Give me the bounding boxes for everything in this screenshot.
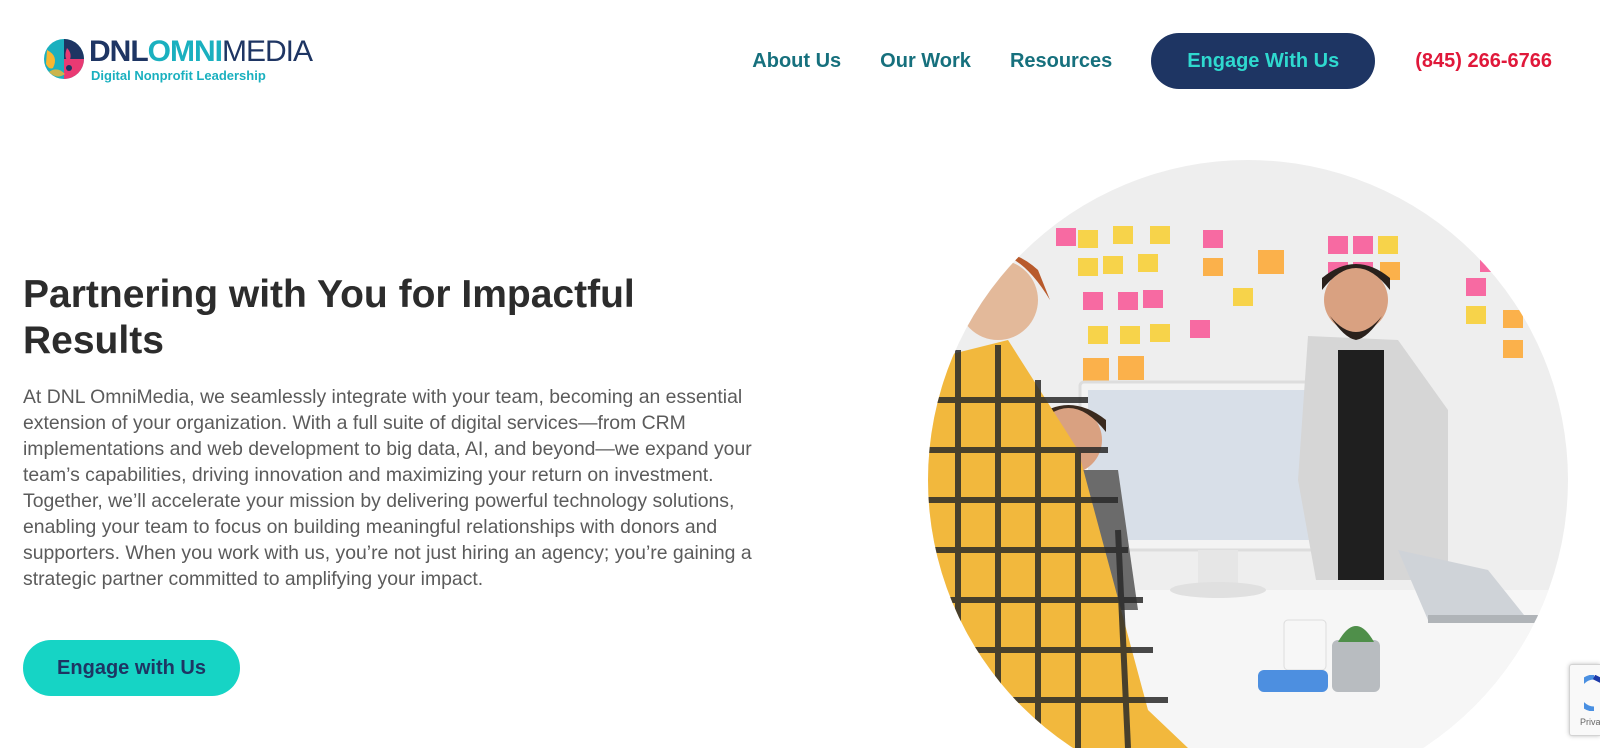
recaptcha-text: Priva: [1580, 717, 1600, 727]
nav-resources[interactable]: Resources: [1010, 50, 1112, 73]
recaptcha-icon: [1584, 675, 1600, 711]
recaptcha-badge[interactable]: Priva: [1569, 664, 1600, 736]
nav-about-us[interactable]: About Us: [752, 50, 841, 73]
logo-word-omni: OMNI: [147, 35, 223, 68]
hero-engage-button[interactable]: Engage with Us: [23, 640, 240, 696]
hero-description: At DNL OmniMedia, we seamlessly integrat…: [23, 386, 752, 590]
engage-with-us-button[interactable]: Engage With Us: [1151, 33, 1376, 89]
phone-link[interactable]: (845) 266-6766: [1415, 50, 1552, 73]
site-header: DNL OMNI MEDIA Digital Nonprofit Leaders…: [0, 0, 1600, 120]
hero-image: [928, 150, 1600, 748]
nav-our-work[interactable]: Our Work: [880, 50, 971, 73]
team-meeting-photo: [928, 160, 1568, 748]
logo-word-dnl: DNL: [89, 35, 149, 68]
logo-wordmark: DNL OMNI MEDIA: [89, 35, 313, 68]
logo-globe-icon: [44, 39, 84, 79]
main-nav: About Us Our Work Resources Engage With …: [752, 33, 1552, 89]
logo-word-media: MEDIA: [221, 35, 313, 68]
logo-tagline: Digital Nonprofit Leadership: [91, 68, 266, 83]
hero-title: Partnering with You for Impactful Result…: [23, 273, 635, 362]
site-logo[interactable]: DNL OMNI MEDIA Digital Nonprofit Leaders…: [43, 35, 313, 83]
